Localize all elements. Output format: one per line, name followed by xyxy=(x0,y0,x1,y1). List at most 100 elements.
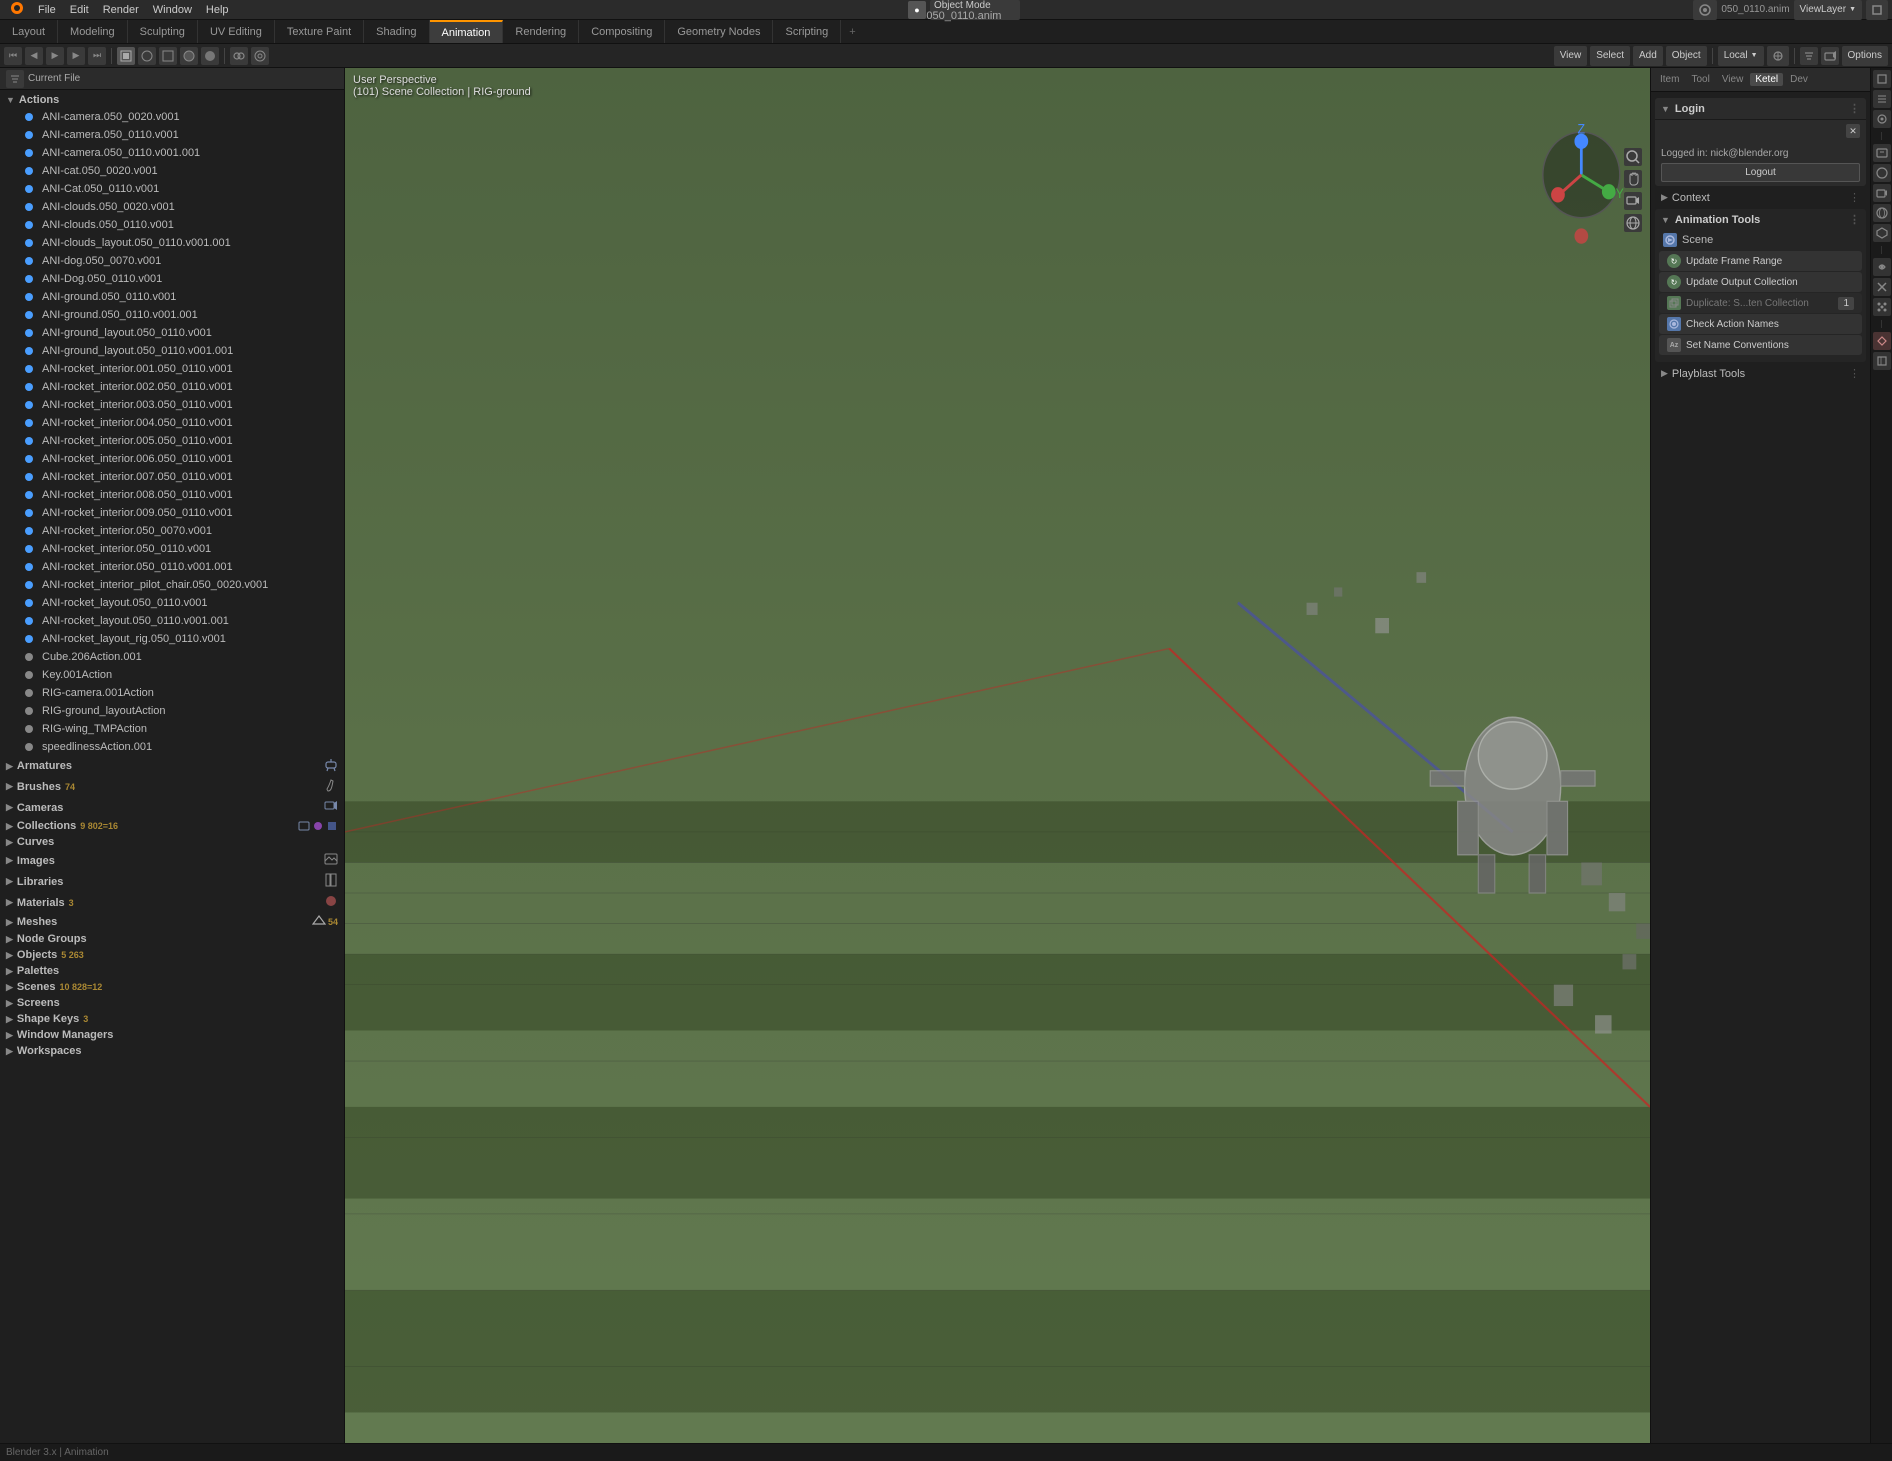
zoom-icon[interactable] xyxy=(1624,148,1642,166)
list-item[interactable]: ANI-ground.050_0110.v001.001 xyxy=(0,306,344,324)
list-item[interactable]: ANI-rocket_interior.002.050_0110.v001 xyxy=(0,378,344,396)
overlay-icon[interactable] xyxy=(230,47,248,65)
menu-file[interactable]: File xyxy=(32,2,62,18)
logout-button[interactable]: Logout xyxy=(1661,163,1860,182)
update-output-collection-btn[interactable]: ↻ Update Output Collection xyxy=(1659,272,1862,292)
list-item[interactable]: ANI-ground.050_0110.v001 xyxy=(0,288,344,306)
anim-tools-menu-dots[interactable]: ⋮ xyxy=(1849,213,1860,226)
strip-icon-world[interactable] xyxy=(1873,204,1891,222)
list-item[interactable]: ANI-rocket_interior.009.050_0110.v001 xyxy=(0,504,344,522)
view-mode5-btn[interactable] xyxy=(201,47,219,65)
armatures-section-header[interactable]: ▶ Armatures xyxy=(0,756,344,776)
list-item[interactable]: ANI-rocket_layout.050_0110.v001 xyxy=(0,594,344,612)
list-item[interactable]: ANI-clouds_layout.050_0110.v001.001 xyxy=(0,234,344,252)
scenes-section-header[interactable]: ▶ Scenes 10 828=12 xyxy=(0,979,344,995)
tab-modeling[interactable]: Modeling xyxy=(58,20,128,43)
strip-icon-bone-properties[interactable] xyxy=(1873,352,1891,370)
context-section-header[interactable]: ▶ Context ⋮ xyxy=(1655,188,1866,207)
list-item[interactable]: ANI-rocket_interior.003.050_0110.v001 xyxy=(0,396,344,414)
windowmanagers-section-header[interactable]: ▶ Window Managers xyxy=(0,1027,344,1043)
list-item[interactable]: Key.001Action xyxy=(0,666,344,684)
playblast-dots[interactable]: ⋮ xyxy=(1849,367,1860,380)
viewport-canvas[interactable]: Z Y User Persp xyxy=(345,68,1650,1443)
list-item[interactable]: ANI-rocket_layout.050_0110.v001.001 xyxy=(0,612,344,630)
strip-icon-output[interactable] xyxy=(1873,144,1891,162)
world-icon[interactable] xyxy=(1624,214,1642,232)
rpanel-tab-view[interactable]: View xyxy=(1717,73,1749,86)
list-item[interactable]: ANI-ground_layout.050_0110.v001 xyxy=(0,324,344,342)
menu-help[interactable]: Help xyxy=(200,2,235,18)
camera-btn[interactable] xyxy=(1821,47,1839,65)
strip-icon-object[interactable] xyxy=(1873,224,1891,242)
tab-compositing[interactable]: Compositing xyxy=(579,20,665,43)
objects-section-header[interactable]: ▶ Objects 5 263 xyxy=(0,947,344,963)
prev-frame-btn[interactable]: ◀ xyxy=(25,47,43,65)
list-item[interactable]: ANI-rocket_interior.008.050_0110.v001 xyxy=(0,486,344,504)
view-layer-btn[interactable]: ViewLayer ▼ xyxy=(1794,0,1862,20)
workspaces-section-header[interactable]: ▶ Workspaces xyxy=(0,1043,344,1059)
list-item[interactable]: RIG-ground_layoutAction xyxy=(0,702,344,720)
view-mode-btn[interactable] xyxy=(117,47,135,65)
list-item[interactable]: ANI-rocket_interior.004.050_0110.v001 xyxy=(0,414,344,432)
list-item[interactable]: ANI-clouds.050_0110.v001 xyxy=(0,216,344,234)
set-name-conventions-btn[interactable]: Az Set Name Conventions xyxy=(1659,335,1862,355)
tab-shading[interactable]: Shading xyxy=(364,20,429,43)
rpanel-tab-ketel[interactable]: Ketel xyxy=(1750,73,1783,86)
select-menu-btn[interactable]: Select xyxy=(1590,46,1630,66)
tab-texture-paint[interactable]: Texture Paint xyxy=(275,20,364,43)
images-section-header[interactable]: ▶ Images xyxy=(0,850,344,871)
view-mode3-btn[interactable] xyxy=(159,47,177,65)
tab-geometry-nodes[interactable]: Geometry Nodes xyxy=(665,20,773,43)
list-item[interactable]: ANI-camera.050_0020.v001 xyxy=(0,108,344,126)
strip-icon-render[interactable] xyxy=(1873,164,1891,182)
strip-icon-ui[interactable] xyxy=(1873,90,1891,108)
play-btn[interactable]: ▶ xyxy=(46,47,64,65)
list-item[interactable]: ANI-Dog.050_0110.v001 xyxy=(0,270,344,288)
palettes-section-header[interactable]: ▶ Palettes xyxy=(0,963,344,979)
list-item[interactable]: ANI-clouds.050_0020.v001 xyxy=(0,198,344,216)
libraries-section-header[interactable]: ▶ Libraries xyxy=(0,871,344,892)
view-mode2-btn[interactable] xyxy=(138,47,156,65)
filter-icon[interactable] xyxy=(1800,47,1818,65)
screens-section-header[interactable]: ▶ Screens xyxy=(0,995,344,1011)
login-section-header[interactable]: ▼ Login ⋮ xyxy=(1655,98,1866,119)
collections-section-header[interactable]: ▶ Collections 9 802=16 xyxy=(0,818,344,834)
rpanel-tab-dev[interactable]: Dev xyxy=(1785,73,1813,86)
render-engine-btn[interactable] xyxy=(1693,0,1717,20)
list-item[interactable]: ANI-rocket_interior_pilot_chair.050_0020… xyxy=(0,576,344,594)
list-item[interactable]: ANI-Cat.050_0110.v001 xyxy=(0,180,344,198)
mode-icon[interactable]: ● xyxy=(908,1,926,19)
playblast-tools-header[interactable]: ▶ Playblast Tools ⋮ xyxy=(1655,364,1866,383)
cameras-section-header[interactable]: ▶ Cameras xyxy=(0,797,344,818)
list-item[interactable]: ANI-camera.050_0110.v001 xyxy=(0,126,344,144)
context-menu-dots[interactable]: ⋮ xyxy=(1849,191,1860,204)
list-item[interactable]: ANI-rocket_interior.005.050_0110.v001 xyxy=(0,432,344,450)
strip-icon-modifier[interactable] xyxy=(1873,278,1891,296)
filter-icon-left[interactable] xyxy=(6,70,24,88)
hand-icon[interactable] xyxy=(1624,170,1642,188)
tab-add-button[interactable]: + xyxy=(841,23,863,41)
duplicate-collection-row[interactable]: Duplicate: S...ten Collection 1 xyxy=(1659,293,1862,313)
list-item[interactable]: ANI-ground_layout.050_0110.v001.001 xyxy=(0,342,344,360)
strip-icon-camera[interactable] xyxy=(1873,184,1891,202)
pivot-options-btn[interactable] xyxy=(1767,46,1789,66)
actions-section-header[interactable]: ▼ Actions xyxy=(0,92,344,108)
animation-tools-header[interactable]: ▼ Animation Tools ⋮ xyxy=(1655,209,1866,230)
list-item[interactable]: ANI-rocket_layout_rig.050_0110.v001 xyxy=(0,630,344,648)
meshes-section-header[interactable]: ▶ Meshes 54 xyxy=(0,913,344,931)
tab-scripting[interactable]: Scripting xyxy=(773,20,841,43)
list-item[interactable]: Cube.206Action.001 xyxy=(0,648,344,666)
xray-icon[interactable] xyxy=(251,47,269,65)
update-frame-range-btn[interactable]: ↻ Update Frame Range xyxy=(1659,251,1862,271)
list-item[interactable]: ANI-cat.050_0020.v001 xyxy=(0,162,344,180)
list-item[interactable]: ANI-rocket_interior.007.050_0110.v001 xyxy=(0,468,344,486)
view-mode4-btn[interactable] xyxy=(180,47,198,65)
tab-sculpting[interactable]: Sculpting xyxy=(128,20,198,43)
object-menu-btn[interactable]: Object xyxy=(1666,46,1707,66)
view-menu-btn[interactable]: View xyxy=(1554,46,1588,66)
login-menu-dots[interactable]: ⋮ xyxy=(1849,102,1860,115)
duplicate-number[interactable]: 1 xyxy=(1838,297,1854,310)
list-item[interactable]: ANI-rocket_interior.050_0110.v001.001 xyxy=(0,558,344,576)
options-btn[interactable]: Options xyxy=(1842,46,1888,66)
list-item[interactable]: ANI-rocket_interior.050_0110.v001 xyxy=(0,540,344,558)
